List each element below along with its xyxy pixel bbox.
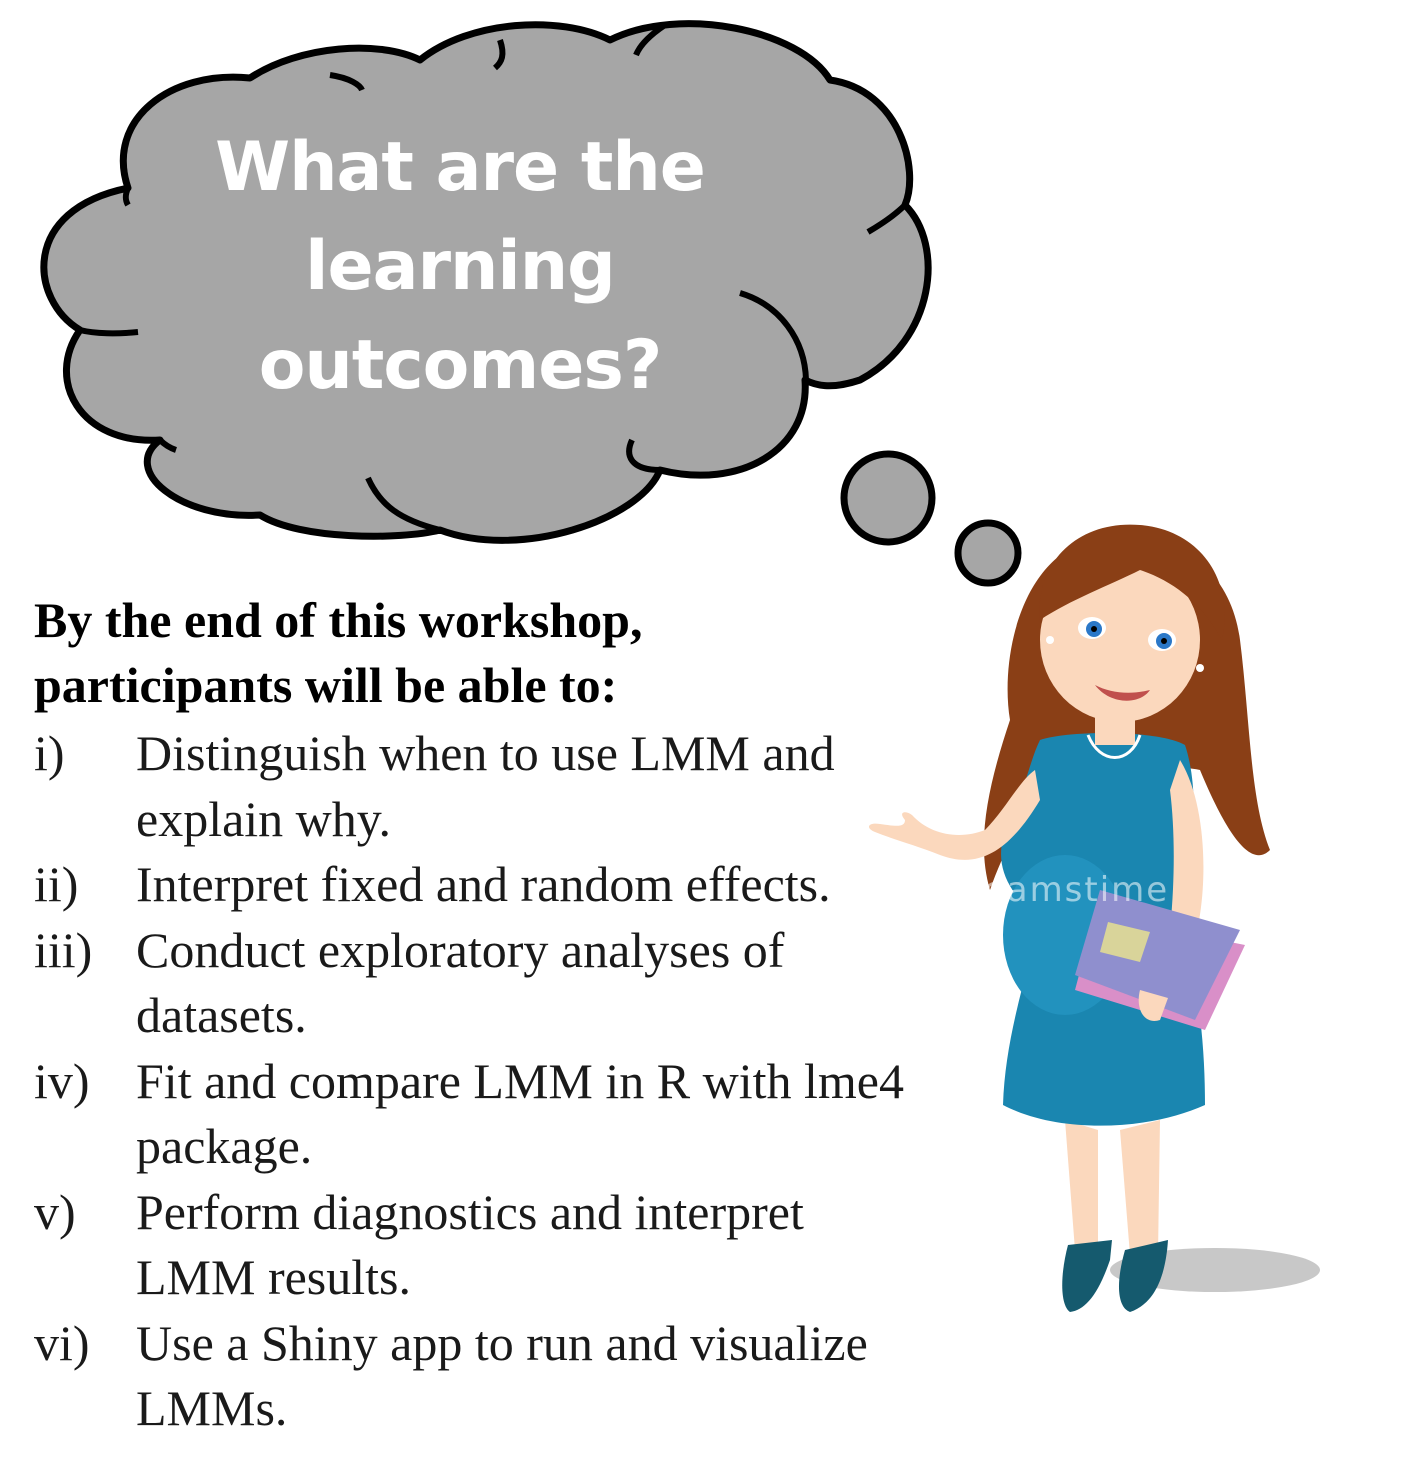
list-item: i) Distinguish when to use LMM and expla…	[34, 721, 986, 852]
list-text: Interpret fixed and random effects.	[136, 856, 831, 912]
outcomes-list: i) Distinguish when to use LMM and expla…	[34, 721, 986, 1442]
list-text: LMM results.	[136, 1249, 411, 1305]
intro-line: participants will be able to:	[34, 657, 618, 713]
list-text: Perform diagnostics and interpret	[136, 1183, 804, 1240]
list-number: iv)	[34, 1052, 90, 1109]
list-item: iii) Conduct exploratory analyses of dat…	[34, 918, 986, 1049]
list-text: Use a Shiny app to run and visualize	[136, 1314, 868, 1371]
list-number: vi)	[34, 1314, 90, 1371]
list-number: i)	[34, 725, 65, 781]
list-item: vi) Use a Shiny app to run and visualize…	[34, 1311, 986, 1442]
list-number: v)	[34, 1183, 76, 1240]
legs-shape	[1065, 1120, 1160, 1255]
left-shoe-shape	[1062, 1240, 1112, 1312]
list-text: Conduct exploratory analyses of	[136, 921, 785, 978]
intro-line: By the end of this workshop,	[34, 592, 643, 648]
right-shoe-shape	[1118, 1240, 1168, 1312]
list-text: Fit and compare LMM in R with lme4	[136, 1052, 904, 1109]
list-text: package.	[136, 1118, 313, 1174]
list-number: iii)	[34, 921, 93, 978]
list-item: v) Perform diagnostics and interpret LMM…	[34, 1180, 986, 1311]
intro-text: By the end of this workshop, participant…	[34, 588, 642, 718]
list-text: Distinguish when to use LMM and	[136, 725, 835, 781]
slide: What are the learning outcomes? dreamsti…	[0, 0, 1413, 1475]
list-text: datasets.	[136, 987, 307, 1043]
list-number: ii)	[34, 856, 79, 912]
list-item: ii) Interpret fixed and random effects.	[34, 852, 986, 918]
list-text: LMMs.	[136, 1380, 288, 1436]
list-item: iv) Fit and compare LMM in R with lme4 p…	[34, 1049, 986, 1180]
list-text: explain why.	[136, 790, 392, 847]
